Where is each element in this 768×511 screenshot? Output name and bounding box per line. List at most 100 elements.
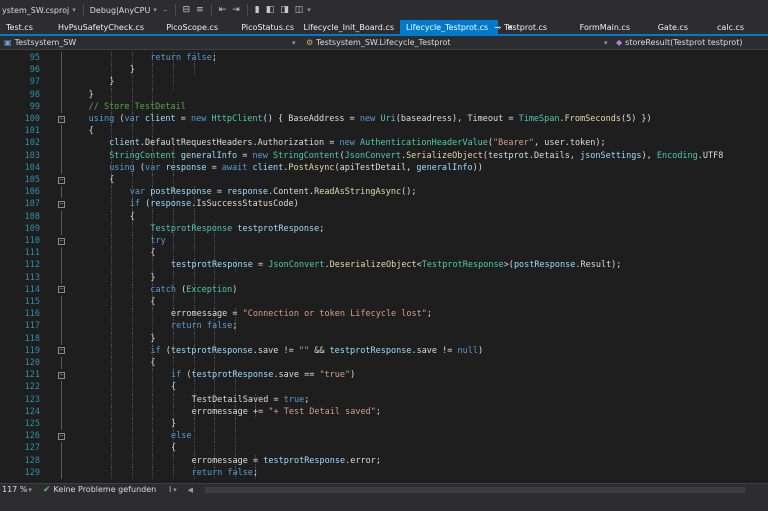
code-line[interactable]: } — [89, 89, 94, 101]
class-dropdown[interactable]: ⚙ Testsystem_SW.Lifecycle_Testprot ▾ — [306, 36, 610, 49]
code-line[interactable]: erromessage += "+ Test Detail saved"; — [192, 406, 381, 418]
tab-formmain[interactable]: FormMain.cs — [562, 20, 636, 34]
code-line[interactable]: client.DefaultRequestHeaders.Authorizati… — [109, 137, 605, 149]
code-line[interactable]: var postResponse = response.Content.Read… — [130, 186, 417, 198]
collapse-icon[interactable]: − — [58, 176, 65, 184]
tab-gate[interactable]: Gate.cs — [636, 20, 694, 34]
code-line[interactable]: } — [171, 418, 176, 430]
code-line[interactable]: { — [89, 125, 94, 137]
collapse-icon[interactable]: − — [58, 237, 65, 245]
code-line[interactable]: erromessage = testprotResponse.error; — [192, 455, 381, 467]
chevron-down-icon[interactable]: ▾ — [172, 486, 180, 494]
code-token: .save == — [273, 370, 320, 381]
indent-guide — [111, 393, 113, 406]
line-number: 104 — [24, 162, 40, 173]
tab-lifecycle-init-board[interactable]: Lifecycle_Init_Board.cs — [300, 20, 400, 34]
zoom-level[interactable]: 117 % — [2, 485, 27, 494]
code-line[interactable]: try — [150, 235, 165, 247]
line-number: 113 — [24, 272, 40, 283]
code-line[interactable]: erromessage = "Connection or token Lifec… — [171, 308, 432, 320]
horizontal-scrollbar[interactable] — [205, 487, 745, 493]
indent-guide — [131, 320, 133, 333]
code-line[interactable]: else — [171, 430, 191, 442]
code-line[interactable]: return false; — [192, 467, 259, 479]
collapse-icon[interactable]: − — [58, 347, 65, 355]
indent-right-icon[interactable]: ⇥ — [229, 5, 243, 15]
collapse-icon[interactable]: − — [58, 286, 65, 294]
indent-guide — [152, 259, 154, 272]
code-token: ReadAsStringAsync — [314, 187, 402, 198]
chevron-down-icon[interactable]: ▾ — [71, 6, 79, 14]
indent-left-icon[interactable]: ⇤ — [216, 5, 230, 15]
code-token: ) — [350, 370, 356, 381]
collapse-icon[interactable]: − — [58, 371, 65, 379]
indent-guide — [131, 259, 133, 272]
tab-calc[interactable]: calc.cs — [694, 20, 750, 34]
chevron-down-icon[interactable]: ▾ — [152, 6, 160, 14]
code-line[interactable]: catch (Exception) — [150, 284, 237, 296]
member-dropdown[interactable]: ◆ storeResult(Testprot testprot) — [616, 36, 766, 49]
line-number: 109 — [24, 223, 40, 234]
chevron-down-icon[interactable]: ▾ — [27, 486, 35, 494]
indent-guide — [193, 64, 195, 77]
code-line[interactable]: // Store TestDetail — [89, 101, 186, 113]
indent-guide — [173, 405, 174, 418]
code-line[interactable]: { — [130, 211, 135, 223]
code-line[interactable]: } — [109, 76, 114, 88]
code-line[interactable]: { — [171, 381, 176, 393]
collapse-icon[interactable]: − — [58, 115, 65, 123]
indent-guide — [152, 369, 154, 382]
indent-guide — [193, 430, 195, 443]
code-editor[interactable]: 95 return false; 96} 97} 98} 99 // Store TestD… — [0, 50, 768, 483]
code-line[interactable]: using (var response = await client.PostA… — [109, 162, 483, 174]
code-line[interactable]: StringContent generalInfo = new StringCo… — [109, 150, 723, 162]
collapse-icon[interactable]: − — [58, 200, 65, 208]
code-line[interactable]: if (testprotResponse.save == "true") — [171, 369, 355, 381]
tab-hvpsusafetycheck[interactable]: HvPsuSafetyCheck.cs — [52, 20, 150, 34]
bookmark-prev-icon[interactable]: ◧ — [263, 5, 278, 15]
code-line[interactable]: TestprotResponse testprotResponse; — [150, 223, 324, 235]
code-line[interactable]: testprotResponse = JsonConvert.Deseriali… — [171, 259, 621, 271]
align-icon[interactable]: ≡ — [193, 5, 207, 15]
code-token: && — [309, 345, 330, 356]
code-line[interactable]: if (response.IsSuccessStatusCode) — [130, 198, 299, 210]
chevron-down-icon: ▾ — [604, 38, 608, 47]
project-selector[interactable]: ystem_SW.csproj — [0, 6, 71, 15]
code-line[interactable]: TestDetailSaved = true; — [192, 394, 310, 406]
code-line[interactable]: } — [150, 272, 155, 284]
indent-guide — [193, 235, 195, 248]
code-line[interactable]: return false; — [171, 320, 238, 332]
code-line[interactable]: { — [109, 174, 114, 186]
code-line[interactable]: } — [150, 333, 155, 345]
tab-lifecycle-testprot[interactable]: Lifecycle_Testprot.cs ⊸ ✕ — [400, 20, 514, 34]
chevron-down-icon[interactable]: ▾ — [306, 6, 314, 14]
tab-test[interactable]: Test.cs — [0, 20, 52, 34]
indent-guide — [193, 210, 195, 223]
format-icon[interactable]: ⊟ — [180, 5, 194, 15]
code-line[interactable]: if (testprotResponse.save != "" && testp… — [150, 345, 483, 357]
tab-picostatus[interactable]: PicoStatus.cs — [224, 20, 300, 34]
code-line[interactable]: { — [150, 247, 155, 259]
code-line[interactable]: using (var client = new HttpClient() { B… — [89, 113, 652, 125]
code-token: } — [109, 77, 115, 88]
code-token: { — [171, 443, 177, 454]
code-line[interactable]: { — [150, 296, 155, 308]
code-token: = — [211, 187, 228, 198]
issues-status[interactable]: Keine Probleme gefunden — [53, 485, 156, 494]
dropdown-more-icon[interactable]: ₋ — [160, 5, 171, 15]
collapse-icon[interactable]: − — [58, 432, 65, 440]
configuration-selector[interactable]: Debug|AnyCPU — [88, 6, 153, 15]
project-dropdown[interactable]: ▣ Testsystem_SW ▾ — [4, 36, 300, 49]
code-token: erromessage = — [191, 455, 264, 466]
tab-picoscope[interactable]: PicoScope.cs — [150, 20, 224, 34]
fold-guide — [61, 296, 62, 309]
bookmark-next-icon[interactable]: ◨ — [277, 5, 292, 15]
code-line[interactable]: { — [171, 442, 176, 454]
tab-testprot[interactable]: Testprot.cs — [498, 20, 562, 34]
code-line[interactable]: } — [130, 64, 135, 76]
bookmark-clear-icon[interactable]: ◫ — [292, 5, 307, 15]
code-line[interactable]: { — [150, 357, 155, 369]
bookmark-icon[interactable]: ▮ — [252, 5, 263, 15]
scroll-left-icon[interactable]: ◀ — [188, 486, 193, 494]
code-line[interactable]: return false; — [150, 52, 217, 64]
